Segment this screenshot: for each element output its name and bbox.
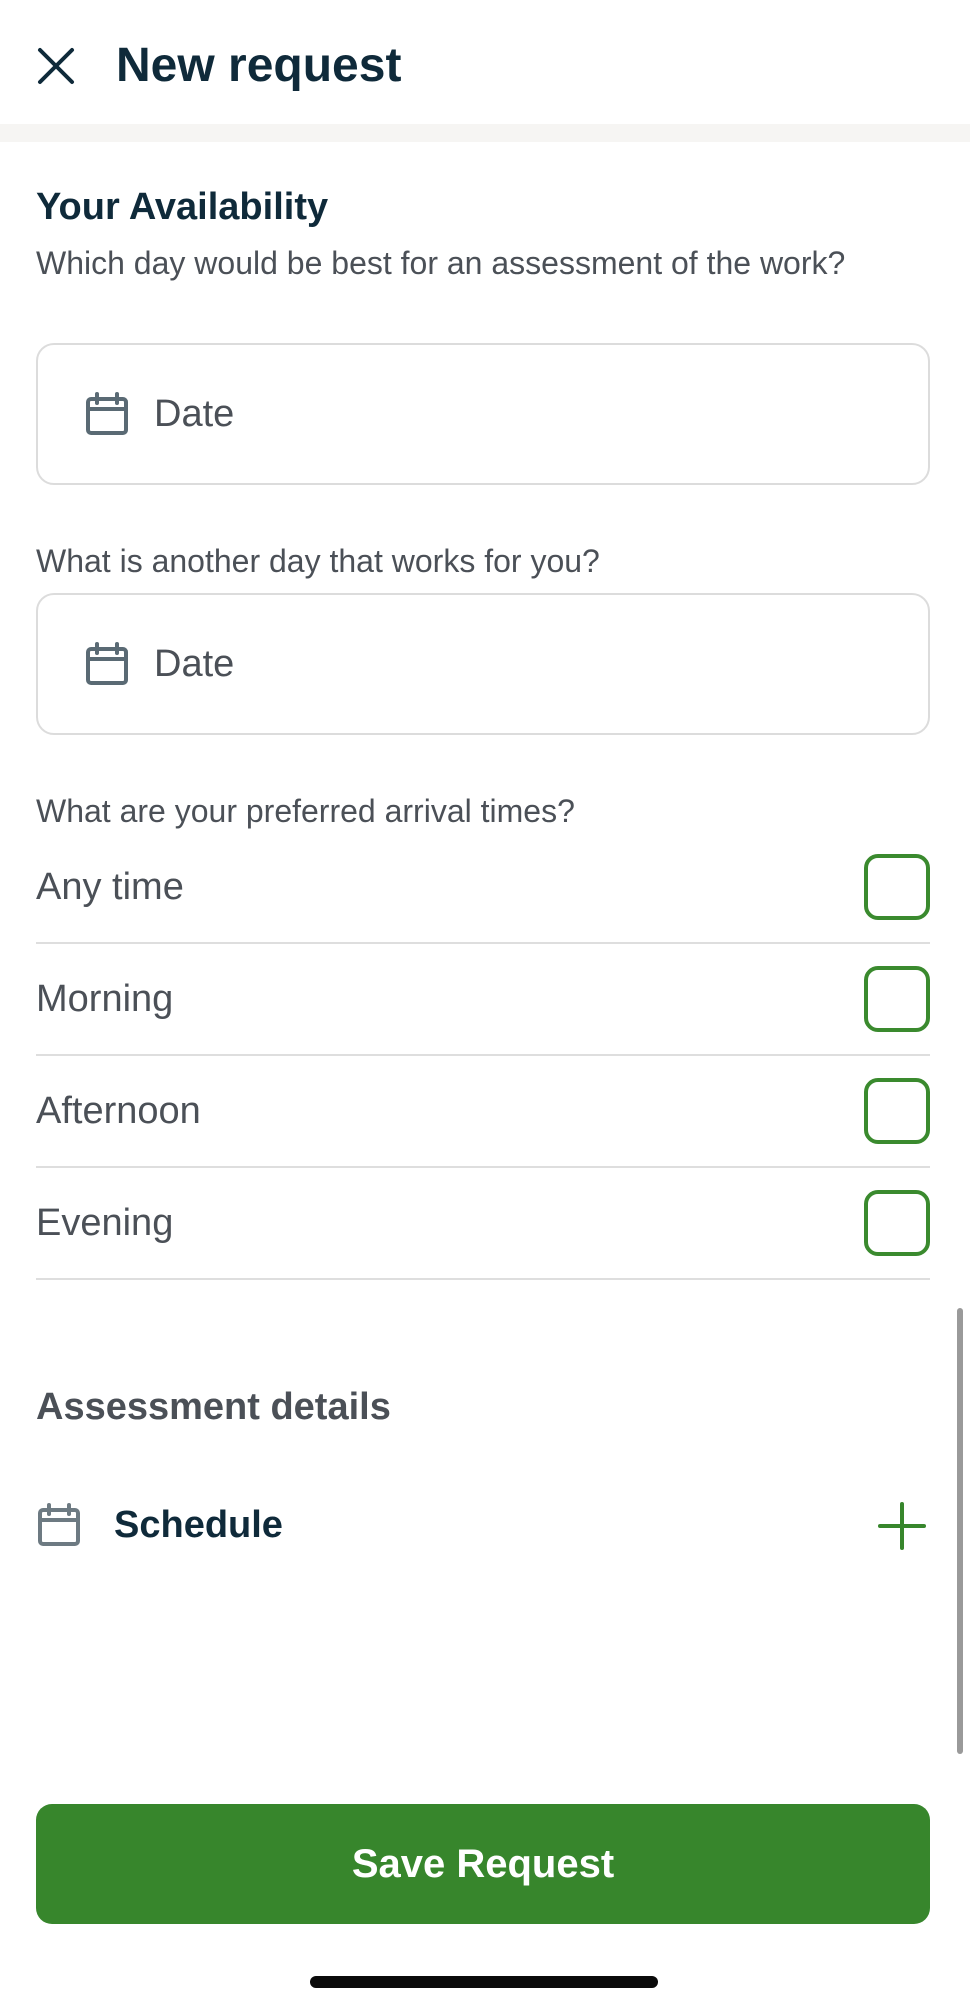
page-title: New request: [116, 39, 402, 92]
scrollbar[interactable]: [957, 1308, 963, 1754]
option-morning[interactable]: Morning: [36, 944, 930, 1056]
availability-title: Your Availability: [36, 186, 329, 228]
option-label: Evening: [36, 1201, 174, 1244]
date-field-another-day[interactable]: Date: [36, 593, 930, 735]
question-best-day: Which day would be best for an assessmen…: [36, 245, 846, 281]
date-placeholder: Date: [154, 392, 235, 435]
schedule-row[interactable]: Schedule: [36, 1490, 930, 1560]
question-arrival-times: What are your preferred arrival times?: [36, 793, 575, 829]
date-placeholder: Date: [154, 642, 235, 685]
schedule-label: Schedule: [114, 1503, 283, 1546]
date-field-best-day[interactable]: Date: [36, 343, 930, 485]
checkbox[interactable]: [864, 1078, 930, 1144]
calendar-icon: [36, 1502, 82, 1548]
home-indicator: [310, 1976, 658, 1988]
save-request-button[interactable]: Save Request: [36, 1804, 930, 1924]
footer-bar: Save Request: [0, 1762, 970, 1998]
option-label: Any time: [36, 865, 184, 908]
checkbox[interactable]: [864, 1190, 930, 1256]
option-any-time[interactable]: Any time: [36, 832, 930, 944]
option-label: Afternoon: [36, 1089, 201, 1132]
close-button[interactable]: [28, 38, 84, 94]
calendar-icon: [84, 641, 130, 687]
plus-icon: [878, 1502, 926, 1550]
header-bar: New request: [0, 0, 970, 124]
add-schedule-button[interactable]: [874, 1498, 930, 1554]
option-evening[interactable]: Evening: [36, 1168, 930, 1280]
calendar-icon: [84, 391, 130, 437]
form-content: Your Availability Which day would be bes…: [0, 142, 970, 1762]
option-afternoon[interactable]: Afternoon: [36, 1056, 930, 1168]
checkbox[interactable]: [864, 966, 930, 1032]
question-another-day: What is another day that works for you?: [36, 543, 600, 579]
assessment-details-title: Assessment details: [36, 1386, 391, 1428]
checkbox[interactable]: [864, 854, 930, 920]
header-divider: [0, 124, 970, 142]
option-label: Morning: [36, 977, 174, 1020]
close-icon: [38, 48, 74, 84]
